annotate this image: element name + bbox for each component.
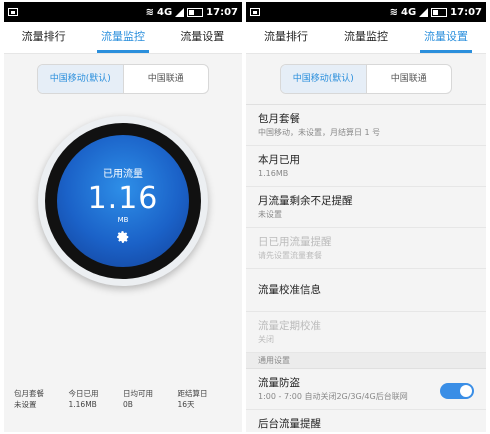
settings-list: 包月套餐 中国移动，未设置，月结算日 1 号 本月已用 1.16MB 月流量剩余… <box>246 104 486 432</box>
carrier-switch: 中国移动(默认) 中国联通 <box>37 64 209 94</box>
setting-monthly-plan[interactable]: 包月套餐 中国移动，未设置，月结算日 1 号 <box>246 105 486 146</box>
stat-daily-available: 日均可用 0B <box>123 388 178 410</box>
carrier-option-cmcc[interactable]: 中国移动(默认) <box>38 65 124 93</box>
setting-title: 日已用流量提醒 <box>258 236 332 248</box>
signal-icon <box>419 7 429 17</box>
carrier-option-unicom[interactable]: 中国联通 <box>124 65 209 93</box>
wifi-icon: ≋ <box>389 6 398 18</box>
setting-subtitle: 中国移动，未设置，月结算日 1 号 <box>258 128 381 137</box>
stat-value: 未设置 <box>14 400 37 409</box>
network-label: 4G <box>400 6 417 18</box>
setting-calibration-info[interactable]: 流量校准信息 <box>246 269 486 312</box>
setting-low-balance-alert[interactable]: 月流量剩余不足提醒 未设置 <box>246 187 486 228</box>
setting-month-used[interactable]: 本月已用 1.16MB <box>246 146 486 187</box>
settings-screen: ≋ 4G 17:07 流量排行 流量监控 流量设置 中国移动(默认) 中国联通 … <box>246 2 486 432</box>
gauge-unit: MB <box>117 216 129 224</box>
stat-label: 今日已用 <box>68 389 99 398</box>
clock: 17:07 <box>450 6 482 18</box>
network-label: 4G <box>156 6 173 18</box>
stat-plan: 包月套餐 未设置 <box>14 388 69 410</box>
clock: 17:07 <box>206 6 238 18</box>
setting-title: 流量定期校准 <box>258 320 321 332</box>
gauge-title: 已用流量 <box>103 169 143 180</box>
stat-label: 日均可用 <box>123 389 153 398</box>
monitor-screen: ≋ 4G 17:07 流量排行 流量监控 流量设置 中国移动(默认) 中国联通 … <box>4 2 242 432</box>
setting-daily-usage-alert: 日已用流量提醒 请先设置流量套餐 <box>246 228 486 269</box>
image-icon <box>250 8 260 16</box>
section-general: 通用设置 <box>246 353 486 369</box>
setting-title: 月流量剩余不足提醒 <box>258 195 353 207</box>
stat-label: 包月套餐 <box>14 389 44 398</box>
gauge-ring: 已用流量 1.16 MB <box>45 123 201 279</box>
gauge-bezel: 已用流量 1.16 MB <box>38 116 208 286</box>
gear-icon[interactable] <box>116 230 130 244</box>
stat-label: 距结算日 <box>177 389 208 398</box>
signal-icon <box>175 7 185 17</box>
tab-ranking[interactable]: 流量排行 <box>246 22 326 53</box>
stat-days-to-settle: 距结算日 16天 <box>178 388 233 410</box>
setting-subtitle: 1.16MB <box>258 169 289 178</box>
tab-monitor[interactable]: 流量监控 <box>83 22 162 53</box>
setting-subtitle: 请先设置流量套餐 <box>258 251 322 260</box>
anti-theft-toggle[interactable] <box>440 383 474 399</box>
wifi-icon: ≋ <box>145 6 154 18</box>
usage-gauge: 已用流量 1.16 MB <box>4 94 242 334</box>
carrier-switch: 中国移动(默认) 中国联通 <box>280 64 452 94</box>
usage-stats: 包月套餐 未设置 今日已用 1.16MB 日均可用 0B 距结算日 16天 <box>4 388 242 410</box>
gauge-face: 已用流量 1.16 MB <box>57 135 189 267</box>
tab-settings[interactable]: 流量设置 <box>406 22 486 53</box>
stat-today: 今日已用 1.16MB <box>69 388 124 410</box>
setting-anti-theft[interactable]: 流量防盗 1:00 - 7:00 自动关闭2G/3G/4G后台联网 <box>246 369 486 410</box>
setting-title: 流量校准信息 <box>258 284 321 296</box>
stat-value: 16天 <box>177 400 195 409</box>
status-bar: ≋ 4G 17:07 <box>4 2 242 22</box>
battery-icon <box>187 7 204 17</box>
setting-title: 本月已用 <box>258 154 300 166</box>
tab-bar: 流量排行 流量监控 流量设置 <box>4 22 242 54</box>
setting-background-alert[interactable]: 后台流量提醒 <box>246 410 486 432</box>
screenshot: ≋ 4G 17:07 流量排行 流量监控 流量设置 中国移动(默认) 中国联通 … <box>0 0 490 434</box>
image-icon <box>8 8 18 16</box>
setting-periodic-calibration: 流量定期校准 关闭 <box>246 312 486 353</box>
carrier-option-cmcc[interactable]: 中国移动(默认) <box>281 65 367 93</box>
tab-ranking[interactable]: 流量排行 <box>4 22 83 53</box>
tab-bar: 流量排行 流量监控 流量设置 <box>246 22 486 54</box>
carrier-option-unicom[interactable]: 中国联通 <box>367 65 452 93</box>
gauge-value: 1.16 <box>87 181 159 216</box>
stat-value: 1.16MB <box>68 400 97 409</box>
setting-title: 后台流量提醒 <box>258 418 321 430</box>
battery-icon <box>431 7 448 17</box>
tab-settings[interactable]: 流量设置 <box>163 22 242 53</box>
stat-value: 0B <box>123 400 133 409</box>
setting-subtitle: 未设置 <box>258 210 282 219</box>
setting-title: 包月套餐 <box>258 113 300 125</box>
tab-monitor[interactable]: 流量监控 <box>326 22 406 53</box>
status-bar: ≋ 4G 17:07 <box>246 2 486 22</box>
setting-subtitle: 关闭 <box>258 335 274 344</box>
